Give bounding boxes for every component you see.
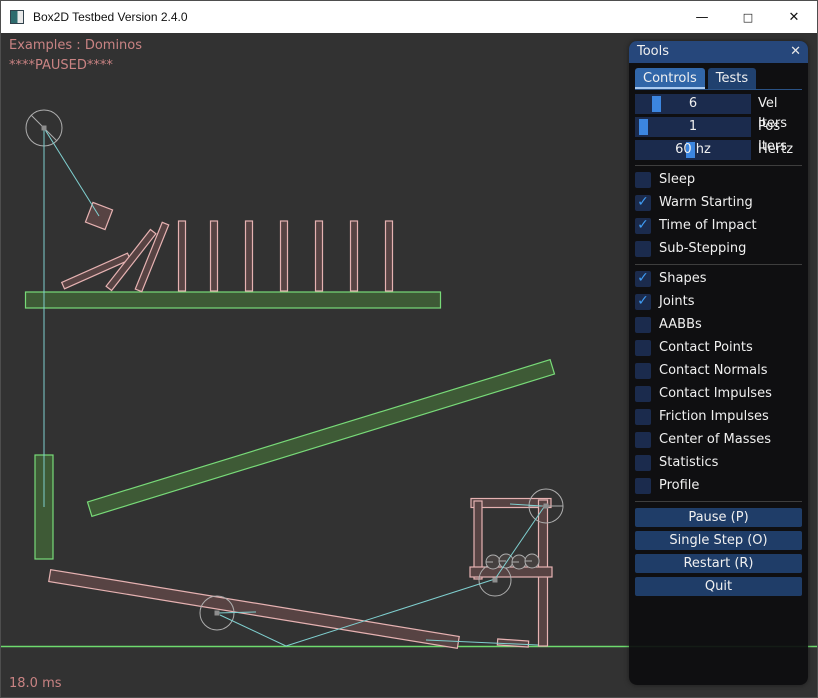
checkbox-row-aabbs[interactable]: AABBs: [635, 317, 802, 333]
checkbox-row-profile[interactable]: Profile: [635, 478, 802, 494]
domino: [211, 221, 218, 291]
single-step-o--button[interactable]: Single Step (O): [635, 531, 802, 550]
tools-panel-title: Tools: [637, 44, 669, 59]
joint-anchor: [42, 126, 47, 131]
checkbox-label: Joints: [659, 294, 695, 310]
slider-value: 60 hz: [635, 140, 751, 160]
tab-tests[interactable]: Tests: [708, 68, 756, 89]
checkbox-label: Contact Normals: [659, 363, 768, 379]
checkbox-row-warm-starting[interactable]: ✓ Warm Starting: [635, 195, 802, 211]
checkbox-label: Friction Impulses: [659, 409, 769, 425]
checkbox-label: Contact Impulses: [659, 386, 772, 402]
app-window: Box2D Testbed Version 2.4.0 — □ ✕ Exampl…: [0, 0, 818, 698]
separator: [635, 264, 802, 265]
domino: [386, 221, 393, 291]
checkbox-row-joints[interactable]: ✓ Joints: [635, 294, 802, 310]
joint-anchor: [215, 611, 220, 616]
window-titlebar[interactable]: Box2D Testbed Version 2.4.0 — □ ✕: [1, 1, 817, 33]
window-title: Box2D Testbed Version 2.4.0: [33, 10, 188, 24]
frame-shelf: [470, 567, 552, 577]
slider-section: 6Vel Iters 1Pos Iters 60 hz Hertz: [635, 94, 802, 160]
checkbox-row-statistics[interactable]: Statistics: [635, 455, 802, 471]
checkbox-checked-icon[interactable]: ✓: [635, 218, 651, 234]
physics-canvas[interactable]: Examples : Dominos ****PAUSED**** 18.0 m…: [1, 33, 817, 697]
checkbox-label: Time of Impact: [659, 218, 757, 234]
domino: [316, 221, 323, 291]
slider-row: 1Pos Iters: [635, 117, 802, 137]
quit-button[interactable]: Quit: [635, 577, 802, 596]
close-button[interactable]: ✕: [771, 1, 817, 33]
checkbox-row-sleep[interactable]: Sleep: [635, 172, 802, 188]
joint-line: [220, 615, 286, 646]
checkbox-label: AABBs: [659, 317, 702, 333]
maximize-button[interactable]: □: [725, 1, 771, 33]
paused-banner: ****PAUSED****: [9, 58, 113, 73]
checkbox-label: Sleep: [659, 172, 695, 188]
checkbox-checked-icon[interactable]: ✓: [635, 294, 651, 310]
checkbox-label: Statistics: [659, 455, 718, 471]
tools-panel-titlebar[interactable]: Tools ✕: [629, 41, 808, 63]
checkbox-unchecked[interactable]: [635, 386, 651, 402]
button-section: Pause (P) Single Step (O) Restart (R) Quit: [635, 508, 802, 596]
checkbox-unchecked[interactable]: [635, 363, 651, 379]
joint-line: [44, 128, 99, 216]
panel-body: 6Vel Iters 1Pos Iters 60 hz Hertz Sleep ✓ War…: [629, 90, 808, 596]
checkbox-label: Profile: [659, 478, 699, 494]
tab-bar: ControlsTests: [635, 68, 802, 90]
domino: [351, 221, 358, 291]
separator: [635, 165, 802, 166]
joint-anchor: [544, 504, 549, 509]
checkbox-label: Sub-Stepping: [659, 241, 746, 257]
checkbox-unchecked[interactable]: [635, 241, 651, 257]
domino: [246, 221, 253, 291]
checkbox-unchecked[interactable]: [635, 317, 651, 333]
frame-time: 18.0 ms: [9, 676, 62, 691]
checkbox-label: Warm Starting: [659, 195, 753, 211]
joint-anchor: [493, 578, 498, 583]
slider-row: 6Vel Iters: [635, 94, 802, 114]
domino-shelf: [26, 292, 441, 308]
checkbox-row-friction-impulses[interactable]: Friction Impulses: [635, 409, 802, 425]
slider-value: 1: [635, 117, 751, 137]
checkbox-unchecked[interactable]: [635, 478, 651, 494]
checkbox-row-time-of-impact[interactable]: ✓ Time of Impact: [635, 218, 802, 234]
tilted-shelf: [87, 360, 554, 517]
app-icon: [10, 10, 24, 24]
minimize-button[interactable]: —: [679, 1, 725, 33]
tools-panel: Tools ✕ ControlsTests 6Vel Iters 1Pos Ite…: [629, 41, 808, 685]
slider-row: 60 hz Hertz: [635, 140, 802, 160]
separator: [635, 501, 802, 502]
checkbox-checked-icon[interactable]: ✓: [635, 195, 651, 211]
domino: [281, 221, 288, 291]
checkbox-checked-icon[interactable]: ✓: [635, 271, 651, 287]
checkbox-row-contact-impulses[interactable]: Contact Impulses: [635, 386, 802, 402]
domino: [179, 221, 186, 291]
checkbox-row-shapes[interactable]: ✓ Shapes: [635, 271, 802, 287]
checkbox-unchecked[interactable]: [635, 172, 651, 188]
checkbox-label: Contact Points: [659, 340, 753, 356]
pause-p--button[interactable]: Pause (P): [635, 508, 802, 527]
slider-value: 6: [635, 94, 751, 114]
checkbox-row-contact-points[interactable]: Contact Points: [635, 340, 802, 356]
panel-close-icon[interactable]: ✕: [790, 41, 801, 63]
checkbox-unchecked[interactable]: [635, 455, 651, 471]
checkbox-unchecked[interactable]: [635, 432, 651, 448]
checkbox-row-contact-normals[interactable]: Contact Normals: [635, 363, 802, 379]
slider-label: Hertz: [758, 140, 793, 160]
checkbox-unchecked[interactable]: [635, 340, 651, 356]
checkbox-row-sub-stepping[interactable]: Sub-Stepping: [635, 241, 802, 257]
checkbox-unchecked[interactable]: [635, 409, 651, 425]
checkbox-label: Center of Masses: [659, 432, 771, 448]
checkbox-label: Shapes: [659, 271, 706, 287]
tab-controls[interactable]: Controls: [635, 68, 705, 89]
example-title: Examples : Dominos: [9, 38, 142, 53]
checkbox-section: Sleep ✓ Warm Starting ✓ Time of Impact Sub-St…: [635, 172, 802, 502]
checkbox-row-center-of-masses[interactable]: Center of Masses: [635, 432, 802, 448]
restart-r--button[interactable]: Restart (R): [635, 554, 802, 573]
seesaw-plank: [49, 570, 459, 649]
